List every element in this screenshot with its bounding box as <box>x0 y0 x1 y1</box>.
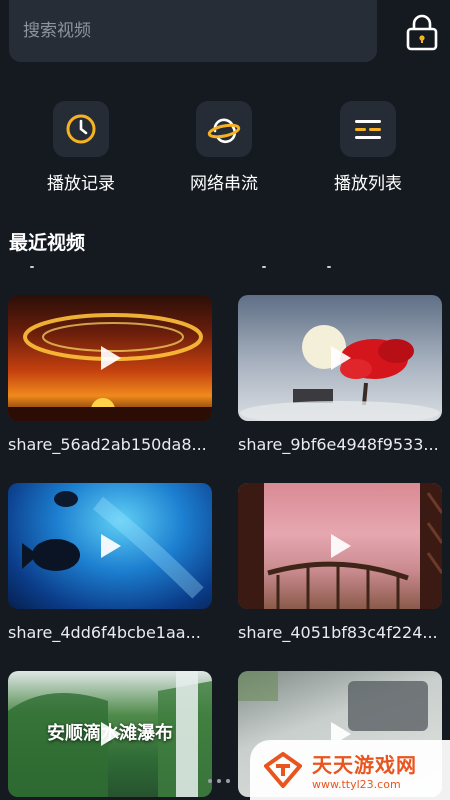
video-title: share_9bf6e4948f9533... <box>238 435 439 454</box>
page-dot <box>208 779 212 783</box>
play-icon <box>101 722 121 746</box>
quick-action-stream[interactable]: 网络串流 <box>164 101 284 194</box>
video-title: share_4dd6f4bcbe1aa... <box>8 623 201 642</box>
quick-action-label: 网络串流 <box>190 174 258 194</box>
planet-tile[interactable] <box>196 101 252 157</box>
video-card[interactable]: 安顺滴水滩瀑布 <box>8 671 212 797</box>
clock-icon <box>66 114 96 144</box>
playlist-icon <box>355 120 381 139</box>
video-card[interactable]: share_4051bf83c4f224... <box>238 483 442 642</box>
section-title-recent: 最近视频 <box>9 232 86 254</box>
watermark-logo-icon <box>264 752 302 788</box>
quick-action-label: 播放列表 <box>334 174 402 194</box>
page-indicator <box>208 779 230 783</box>
play-icon <box>331 534 351 558</box>
watermark-url: www.ttyl23.com <box>312 778 401 791</box>
video-title: share_4051bf83c4f224... <box>238 623 438 642</box>
play-icon <box>101 534 121 558</box>
quick-action-playlist[interactable]: 播放列表 <box>308 101 428 194</box>
playlist-tile[interactable] <box>340 101 396 157</box>
lock-icon[interactable] <box>400 10 444 54</box>
quick-action-history[interactable]: 播放记录 <box>21 101 141 194</box>
play-icon <box>331 346 351 370</box>
play-icon <box>101 346 121 370</box>
video-card[interactable]: share_56ad2ab150da8... <box>8 295 212 454</box>
video-thumbnail[interactable] <box>8 295 212 421</box>
video-thumbnail[interactable] <box>238 295 442 421</box>
planet-icon <box>207 118 241 144</box>
page-dot <box>217 779 221 783</box>
watermark-title: 天天游戏网 <box>312 753 417 777</box>
quick-action-label: 播放记录 <box>47 174 115 194</box>
search-input[interactable] <box>23 21 377 41</box>
video-thumbnail[interactable] <box>238 483 442 609</box>
video-thumbnail[interactable]: 安顺滴水滩瀑布 <box>8 671 212 797</box>
search-bar[interactable] <box>9 0 377 62</box>
clock-tile[interactable] <box>53 101 109 157</box>
watermark: 天天游戏网 www.ttyl23.com <box>250 740 450 800</box>
video-title: share_56ad2ab150da8... <box>8 435 207 454</box>
video-thumbnail[interactable] <box>8 483 212 609</box>
page-dot <box>226 779 230 783</box>
video-card[interactable]: share_9bf6e4948f9533... <box>238 295 442 454</box>
video-card[interactable]: share_4dd6f4bcbe1aa... <box>8 483 212 642</box>
